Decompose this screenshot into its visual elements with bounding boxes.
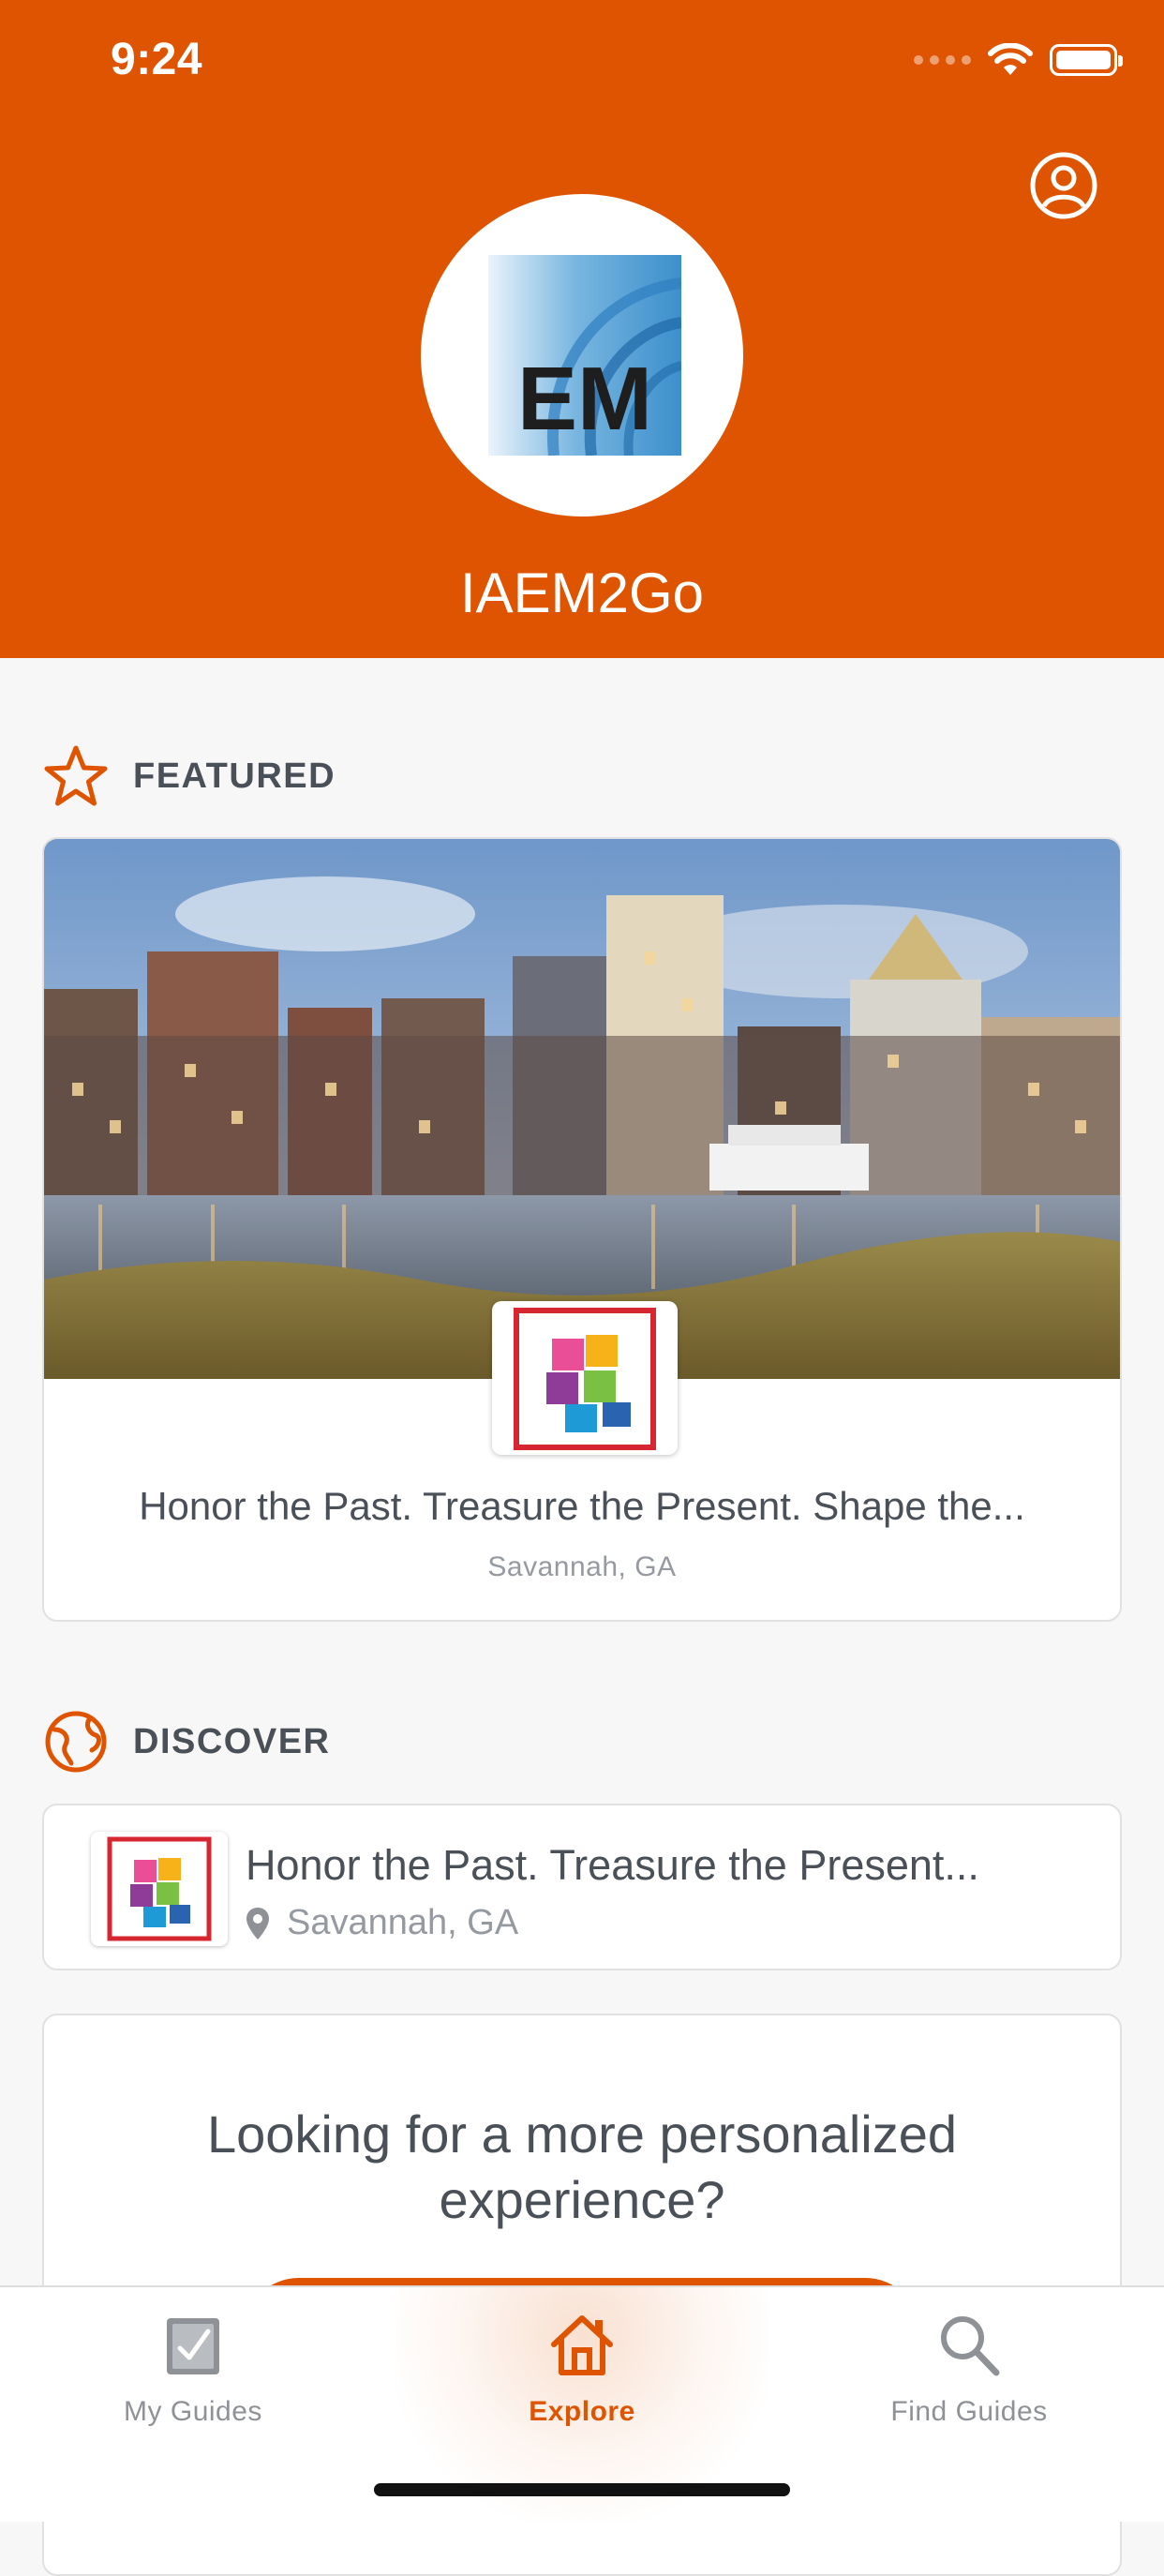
app-logo: EM (421, 194, 743, 517)
svg-text:EM: EM (517, 349, 652, 449)
map-pin-icon (246, 1907, 269, 1939)
tab-explore-label: Explore (529, 2396, 635, 2427)
puzzle-logo-icon (107, 1836, 212, 1941)
app-title: IAEM2Go (459, 562, 705, 624)
featured-guide-title: Honor the Past. Treasure the Present. Sh… (139, 1484, 1025, 1528)
discover-item-logo (91, 1832, 228, 1946)
checkbox-icon (167, 2318, 219, 2374)
em-logo-icon: EM (488, 255, 681, 456)
tab-my-guides-label: My Guides (124, 2396, 262, 2427)
discover-label: DISCOVER (133, 1721, 331, 1761)
profile-icon[interactable] (1028, 150, 1099, 221)
tab-find-guides-label: Find Guides (890, 2396, 1048, 2427)
battery-icon (1050, 44, 1123, 76)
discover-list-item[interactable]: Honor the Past. Treasure the Present... … (42, 1804, 1122, 1970)
star-icon (44, 745, 108, 806)
discover-item-location: Savannah, GA (246, 1903, 518, 1943)
cellular-signal-icon (914, 55, 971, 65)
featured-guide-location: Savannah, GA (487, 1551, 677, 1582)
featured-section-header: FEATURED (43, 743, 336, 809)
tab-explore[interactable]: Explore (441, 2308, 723, 2428)
featured-hero-image (44, 839, 1120, 1379)
status-icons (914, 43, 1123, 77)
featured-guide-card[interactable]: Honor the Past. Treasure the Present. Sh… (42, 837, 1122, 1622)
globe-icon (45, 1711, 107, 1773)
status-time: 9:24 (111, 35, 203, 84)
featured-event-logo (492, 1301, 678, 1455)
featured-label: FEATURED (133, 756, 336, 796)
personalized-prompt: Looking for a more personalized experien… (206, 2104, 958, 2229)
tab-my-guides[interactable]: My Guides (52, 2308, 334, 2428)
discover-section-header: DISCOVER (43, 1709, 330, 1775)
discover-item-title: Honor the Past. Treasure the Present... (246, 1841, 979, 1889)
wifi-icon (988, 43, 1033, 75)
tab-find-guides[interactable]: Find Guides (828, 2308, 1110, 2428)
puzzle-logo-icon (514, 1308, 656, 1450)
home-indicator[interactable] (374, 2483, 790, 2496)
app-header: 9:24 EM IAEM2Go (0, 0, 1164, 658)
search-icon (941, 2316, 1000, 2376)
discover-item-location-text: Savannah, GA (287, 1903, 519, 1942)
home-icon (551, 2315, 613, 2375)
